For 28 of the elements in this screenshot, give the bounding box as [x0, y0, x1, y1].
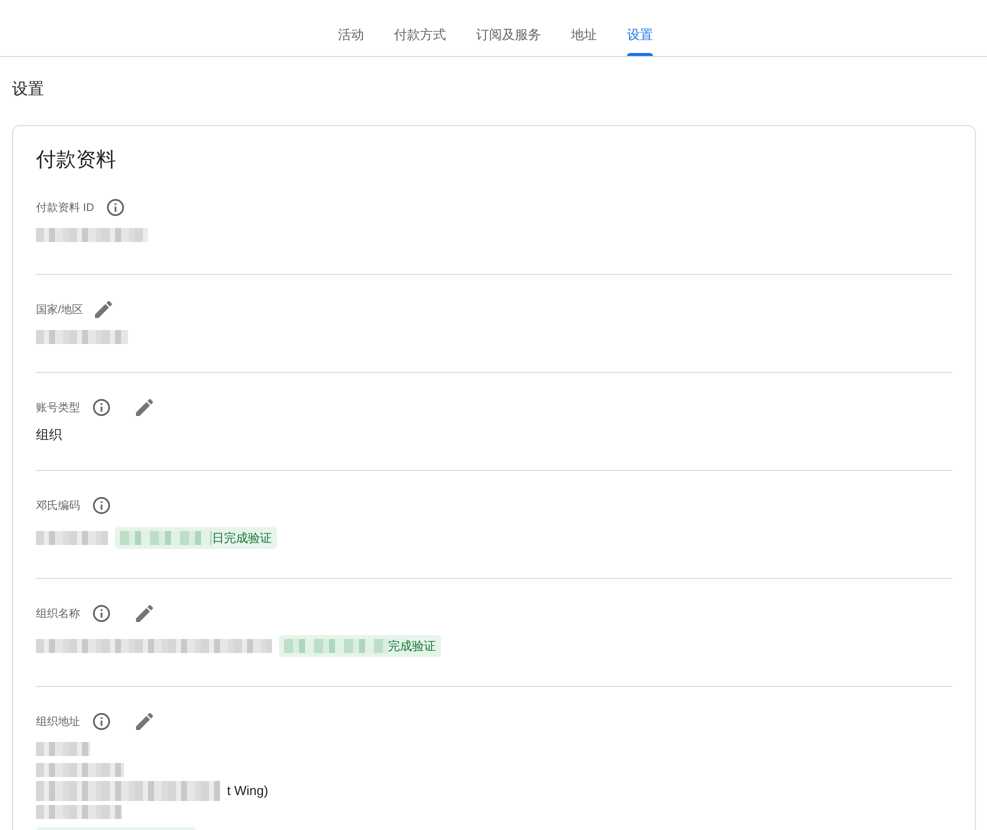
- field-value: t Wing): [227, 782, 268, 800]
- field-label: 组织地址: [36, 714, 80, 728]
- field-label: 国家/地区: [36, 302, 84, 316]
- info-icon[interactable]: [93, 712, 110, 730]
- tab[interactable]: 订阅及服务: [461, 23, 556, 56]
- info-icon[interactable]: [93, 604, 110, 622]
- card-title: 付款资料: [36, 148, 116, 173]
- badge-text: 日完成验证: [212, 530, 272, 546]
- field-label: 账号类型: [36, 400, 80, 414]
- pencil-icon[interactable]: [136, 604, 153, 622]
- field-label: 邓氏编码: [36, 498, 80, 512]
- field-label: 付款资料 ID: [36, 200, 94, 214]
- field-value: 组织: [36, 426, 62, 444]
- tab[interactable]: 活动: [323, 23, 379, 56]
- field-label: 组织名称: [36, 606, 80, 620]
- redacted-block: [36, 531, 108, 545]
- page-title: 设置: [12, 80, 44, 100]
- redacted-block: [36, 742, 90, 756]
- info-icon[interactable]: [93, 496, 110, 514]
- tab[interactable]: 付款方式: [379, 23, 461, 56]
- tab[interactable]: 地址: [556, 23, 612, 56]
- info-icon[interactable]: [93, 398, 110, 416]
- pencil-icon[interactable]: [136, 712, 153, 730]
- info-icon[interactable]: [107, 198, 124, 216]
- pencil-icon[interactable]: [95, 300, 112, 318]
- badge-text: 完成验证: [388, 638, 436, 654]
- tab[interactable]: 设置: [612, 23, 668, 56]
- pencil-icon[interactable]: [136, 398, 153, 416]
